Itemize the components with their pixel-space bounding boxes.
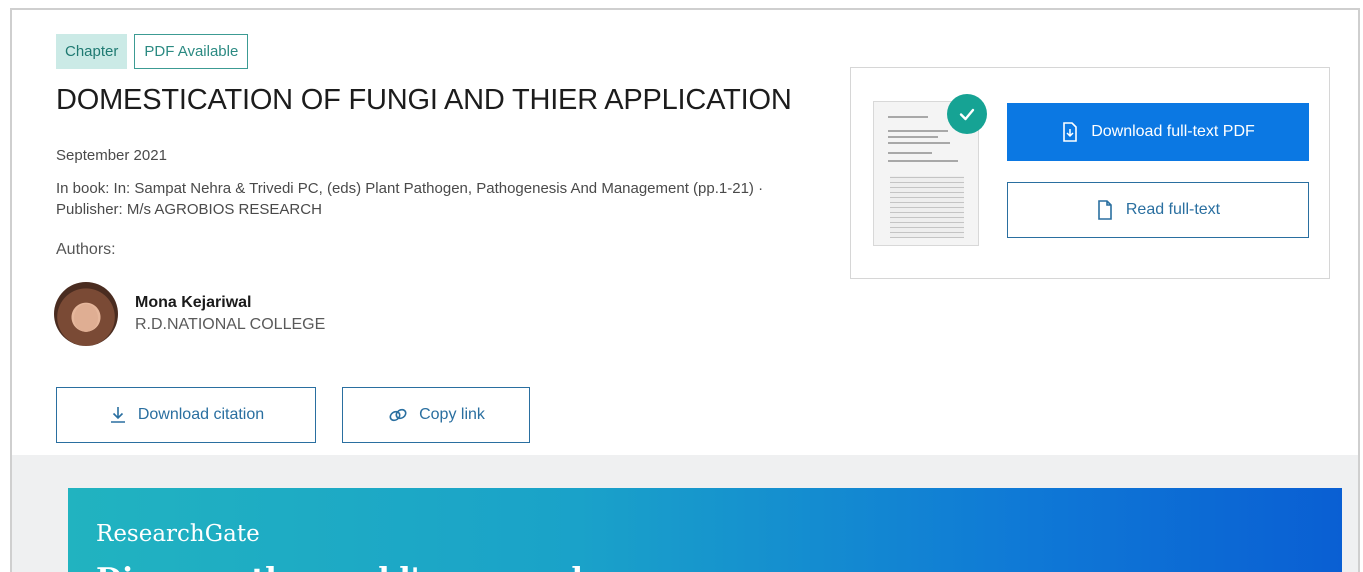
chapter-badge: Chapter [56,34,128,69]
file-icon [1096,200,1114,220]
promo-headline: Discover the world's research [96,562,593,572]
copy-link-label: Copy link [419,406,485,423]
download-pdf-label: Download full-text PDF [1091,123,1255,140]
badge-row: Chapter PDF Available [56,34,249,69]
read-fulltext-label: Read full-text [1125,201,1221,218]
publication-date: September 2021 [56,147,167,164]
copy-link-button[interactable]: Copy link [342,387,530,443]
publication-title: DOMESTICATION OF FUNGI AND THIER APPLICA… [56,84,792,116]
author-item[interactable]: Mona Kejariwal R.D.NATIONAL COLLEGE [54,282,325,346]
authors-label: Authors: [56,241,116,258]
pdf-available-badge: PDF Available [134,34,249,69]
download-citation-label: Download citation [137,406,265,423]
download-icon [108,405,128,425]
download-citation-button[interactable]: Download citation [56,387,316,443]
link-icon [387,405,409,425]
promo-brand: ResearchGate [96,521,260,547]
promo-banner: ResearchGate Discover the world's resear… [68,488,1342,572]
author-text: Mona Kejariwal R.D.NATIONAL COLLEGE [135,294,325,334]
check-icon [947,94,987,134]
book-info[interactable]: In book: In: Sampat Nehra & Trivedi PC, … [56,178,776,220]
author-avatar[interactable] [54,282,118,346]
read-fulltext-button[interactable]: Read full-text [1007,182,1309,238]
file-download-icon [1061,122,1079,142]
author-name[interactable]: Mona Kejariwal [135,294,325,312]
author-affiliation[interactable]: R.D.NATIONAL COLLEGE [135,316,325,334]
download-pdf-button[interactable]: Download full-text PDF [1007,103,1309,161]
action-row: Download citation Copy link [56,387,530,443]
publication-page: Chapter PDF Available DOMESTICATION OF F… [10,8,1360,572]
fulltext-panel: Download full-text PDF Read full-text [850,67,1330,279]
